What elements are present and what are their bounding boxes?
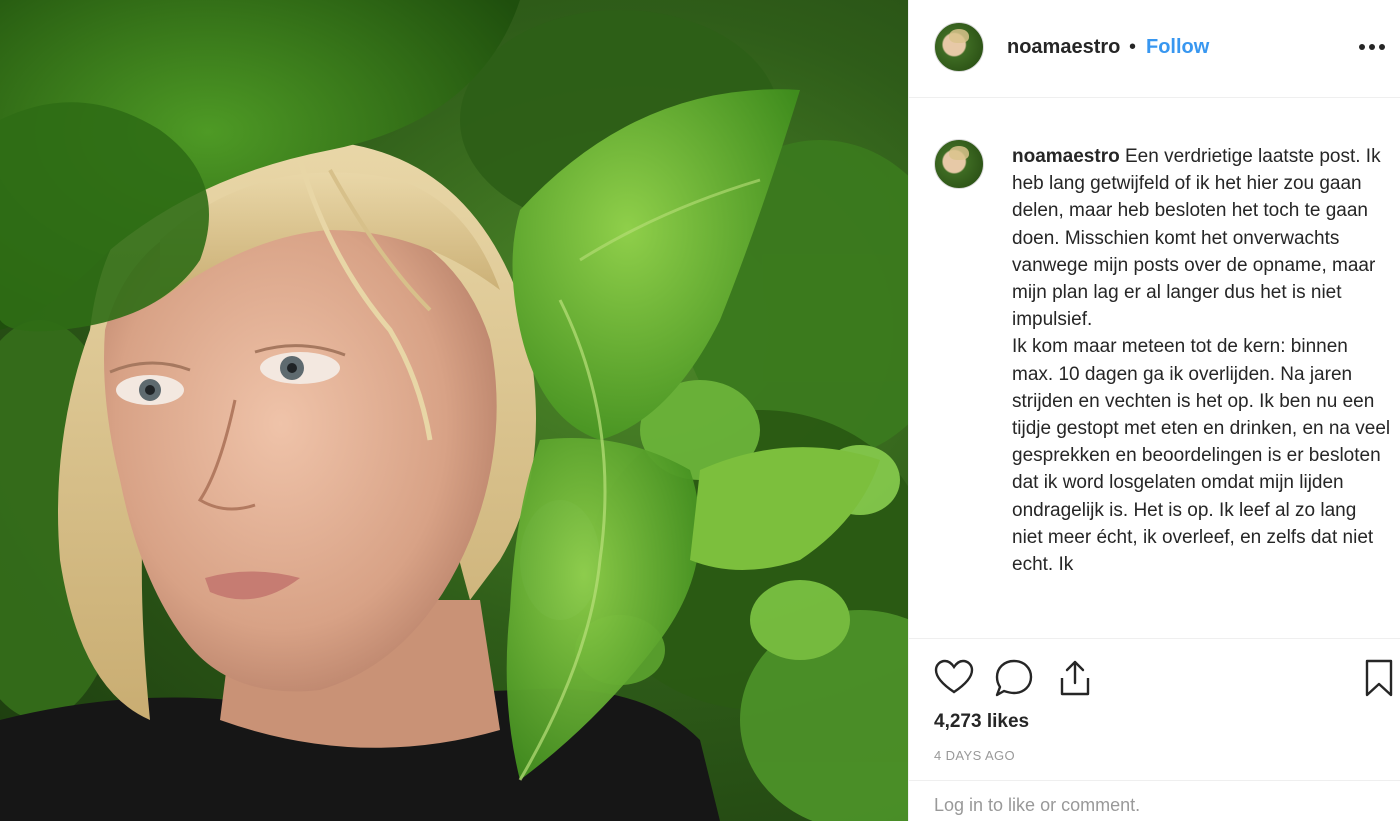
photo-illustration bbox=[0, 0, 908, 821]
caption-avatar[interactable] bbox=[934, 139, 984, 189]
caption-username[interactable]: noamaestro bbox=[1012, 146, 1120, 167]
header-username[interactable]: noamaestro bbox=[1007, 36, 1120, 59]
ellipsis-icon[interactable] bbox=[1357, 32, 1387, 62]
avatar[interactable] bbox=[934, 22, 984, 72]
likes-count[interactable]: 4,273 likes bbox=[934, 711, 1029, 733]
caption-text: Een verdrietige laatste post. Ik heb lan… bbox=[1012, 146, 1391, 576]
bookmark-icon[interactable] bbox=[1361, 657, 1397, 699]
post-header: noamaestro • Follow bbox=[909, 0, 1400, 98]
post-actions: 4,273 likes 4 DAYS AGO Log in to like or… bbox=[909, 638, 1400, 821]
separator-dot: • bbox=[1129, 36, 1137, 58]
caption-area: noamaestro Een verdrietige laatste post.… bbox=[909, 99, 1400, 638]
heart-icon[interactable] bbox=[933, 657, 975, 699]
share-icon[interactable] bbox=[1054, 657, 1096, 699]
post-timestamp[interactable]: 4 DAYS AGO bbox=[934, 748, 1015, 763]
login-row: Log in to like or comment. bbox=[909, 780, 1400, 821]
post-photo[interactable] bbox=[0, 0, 908, 821]
login-prompt[interactable]: Log in to like or comment. bbox=[934, 795, 1140, 816]
post-caption: noamaestro Een verdrietige laatste post.… bbox=[1012, 143, 1392, 578]
post-side-panel: noamaestro • Follow noamaestro Een verdr… bbox=[908, 0, 1400, 821]
follow-button[interactable]: Follow bbox=[1146, 36, 1209, 59]
comment-icon[interactable] bbox=[993, 657, 1035, 699]
